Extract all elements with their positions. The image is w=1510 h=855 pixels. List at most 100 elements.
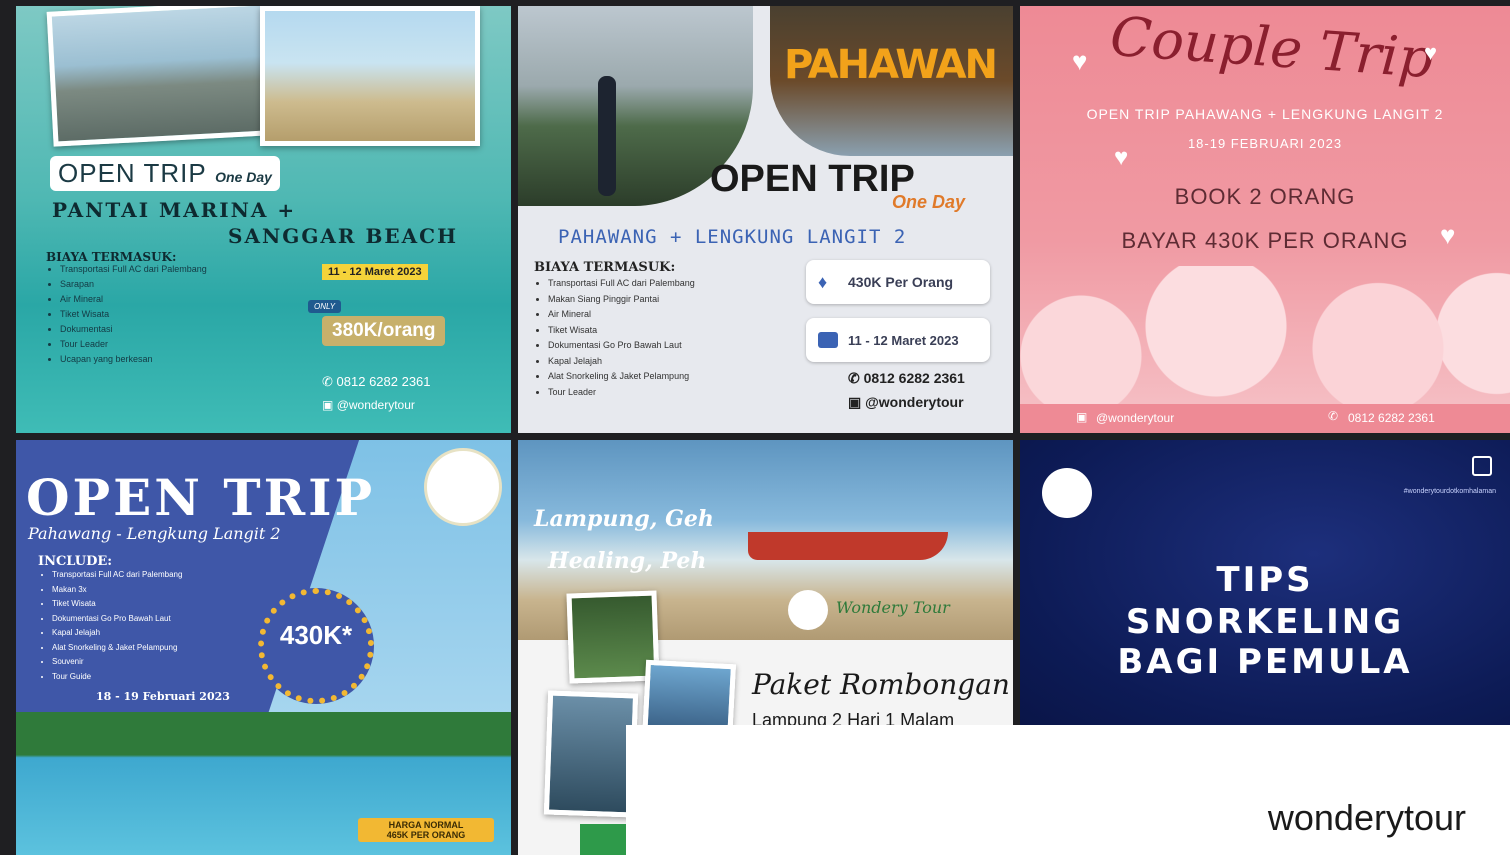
whatsapp-icon: ✆ [1328, 409, 1339, 423]
includes-list: Transportasi Full AC dari Palembang Sara… [46, 262, 330, 367]
beach-rocks-photo [46, 6, 274, 147]
list-item: Dokumentasi Go Pro Bawah Laut [52, 612, 282, 627]
list-item: Kapal Jelajah [52, 626, 282, 641]
price-text: 430K* [279, 620, 353, 650]
list-item: Transportasi Full AC dari Palembang [60, 262, 330, 277]
heart-icon: ♥ [1114, 144, 1129, 171]
post-tile-pahawang-oneday[interactable]: PAHAWAN OPEN TRIP One Day PAHAWANG + LEN… [518, 6, 1013, 433]
date-text: 11 - 12 Maret 2023 [848, 333, 959, 348]
handle-row: ▣ @wonderytour [848, 394, 964, 411]
lake-photo [543, 690, 639, 818]
destination-text: Pahawang - Lengkung Langit 2 [28, 524, 281, 543]
list-item: Souvenir [52, 655, 282, 670]
list-item: Tiket Wisata [60, 307, 330, 322]
list-item: Makan 3x [52, 583, 282, 598]
headline-1: Lampung, Geh [534, 506, 714, 532]
couple-trip-title: Couple Trip [1108, 6, 1436, 91]
account-overlay-panel: wonderytour [626, 725, 1510, 855]
logo-badge [1042, 468, 1092, 518]
open-trip-label: OPEN TRIP One Day [50, 156, 280, 191]
handle-text: @wonderytour [336, 398, 415, 412]
price-pill: ♦ 430K Per Orang [806, 260, 990, 304]
price-tag-icon: ♦ [818, 272, 828, 292]
list-item: Sarapan [60, 277, 330, 292]
open-trip-title: OPEN TRIP [710, 158, 915, 200]
post-tile-couple-trip[interactable]: Couple Trip OPEN TRIP PAHAWANG + LENGKUN… [1020, 6, 1510, 433]
brand-logo [788, 590, 828, 630]
date-badge: 11 - 12 Maret 2023 [322, 264, 428, 280]
list-item: Tiket Wisata [52, 597, 282, 612]
phone-text: 0812 6282 2361 [1348, 411, 1435, 425]
phone-text: 0812 6282 2361 [863, 370, 965, 386]
one-day-text: One Day [215, 169, 272, 185]
handle-text: @wonderytour [865, 394, 964, 410]
trip-date: 18 - 19 Februari 2023 [96, 690, 230, 703]
cloud-decoration [1020, 266, 1510, 416]
instagram-icon: ▣ [1076, 410, 1088, 424]
beach-sand-photo [260, 6, 480, 146]
list-item: Dokumentasi [60, 322, 330, 337]
account-username[interactable]: wonderytour [1268, 797, 1466, 839]
list-item: Ucapan yang berkesan [60, 352, 330, 367]
handle-text: @wonderytour [1096, 411, 1175, 425]
heart-icon: ♥ [1424, 40, 1438, 65]
group-photo: PAHAWAN [770, 6, 1013, 156]
includes-heading: BIAYA TERMASUK: [534, 260, 676, 275]
list-item: Air Mineral [548, 307, 818, 323]
book-text: BOOK 2 ORANG [1174, 184, 1356, 209]
headline-2: Healing, Peh [548, 548, 707, 574]
boat-shape [748, 532, 948, 560]
tips-title-2: SNORKELING [1125, 602, 1405, 642]
normal-price-value: 465K PER ORANG [386, 830, 466, 840]
multiple-posts-icon [1472, 456, 1492, 476]
list-item: Air Mineral [60, 292, 330, 307]
list-item: Alat Snorkeling & Jaket Pelampung [548, 369, 818, 385]
list-item: Alat Snorkeling & Jaket Pelampung [52, 641, 282, 656]
list-item: Transportasi Full AC dari Palembang [548, 276, 818, 292]
tips-title-3: BAGI PEMULA [1117, 642, 1413, 682]
open-trip-title: OPEN TRIP [26, 468, 376, 527]
list-item: Tour Leader [548, 385, 818, 401]
brand-name: Wondery Tour [836, 598, 950, 617]
list-item: Tour Leader [60, 337, 330, 352]
heart-icon: ♥ [1440, 220, 1456, 250]
list-item: Tiket Wisata [548, 323, 818, 339]
pay-text: BAYAR 430K PER ORANG [1121, 228, 1409, 253]
includes-list: Transportasi Full AC dari Palembang Maka… [38, 568, 282, 684]
destination-line-2: SANGGAR BEACH [228, 224, 458, 248]
open-trip-text: OPEN TRIP [58, 158, 207, 188]
post-tile-pahawang-open-trip[interactable]: OPEN TRIP Pahawang - Lengkung Langit 2 I… [16, 440, 511, 855]
list-item: Transportasi Full AC dari Palembang [52, 568, 282, 583]
trip-subtitle: OPEN TRIP PAHAWANG + LENGKUNG LANGIT 2 [1086, 106, 1444, 122]
list-item: Kapal Jelajah [548, 354, 818, 370]
list-item: Makan Siang Pinggir Pantai [548, 292, 818, 308]
instagram-icon: ▣ [322, 398, 334, 412]
logo-badge [424, 448, 502, 526]
hashtag-text: #wonderytourdotkomhalaman [1403, 488, 1496, 495]
package-title: Paket Rombongan [752, 668, 1010, 701]
tips-title-1: TIPS [1216, 560, 1314, 600]
only-badge: ONLY [308, 300, 342, 313]
include-heading: INCLUDE: [38, 554, 113, 569]
price-seal: 430K* [258, 588, 374, 704]
phone-row: ✆ 0812 6282 2361 [322, 374, 431, 390]
includes-list: Transportasi Full AC dari Palembang Maka… [534, 276, 818, 400]
handle-row: ▣ @wonderytour [322, 398, 415, 412]
instagram-icon: ▣ [848, 394, 862, 410]
whatsapp-icon: ✆ [848, 370, 860, 386]
calendar-icon [818, 332, 838, 348]
one-day-text: One Day [892, 192, 966, 212]
destination-line-1: PANTAI MARINA + [52, 198, 297, 222]
list-item: Tour Guide [52, 670, 282, 685]
destination-text: PAHAWANG + LENGKUNG LANGIT 2 [558, 226, 907, 248]
list-item: Dokumentasi Go Pro Bawah Laut [548, 338, 818, 354]
person-figure [598, 76, 616, 196]
post-tile-snorkeling-tips[interactable]: #wonderytourdotkomhalaman TIPS SNORKELIN… [1020, 440, 1510, 725]
phone-text: 0812 6282 2361 [336, 374, 431, 389]
heart-icon: ♥ [1072, 46, 1088, 76]
footer-bar: ▣ @wonderytour ✆ 0812 6282 2361 [1020, 404, 1510, 433]
normal-price-label: HARGA NORMAL [388, 820, 464, 830]
normal-price-badge: HARGA NORMAL 465K PER ORANG [358, 818, 494, 842]
post-tile-marina-sanggar[interactable]: OPEN TRIP One Day PANTAI MARINA + SANGGA… [16, 6, 511, 433]
price-text: 430K Per Orang [848, 274, 954, 290]
